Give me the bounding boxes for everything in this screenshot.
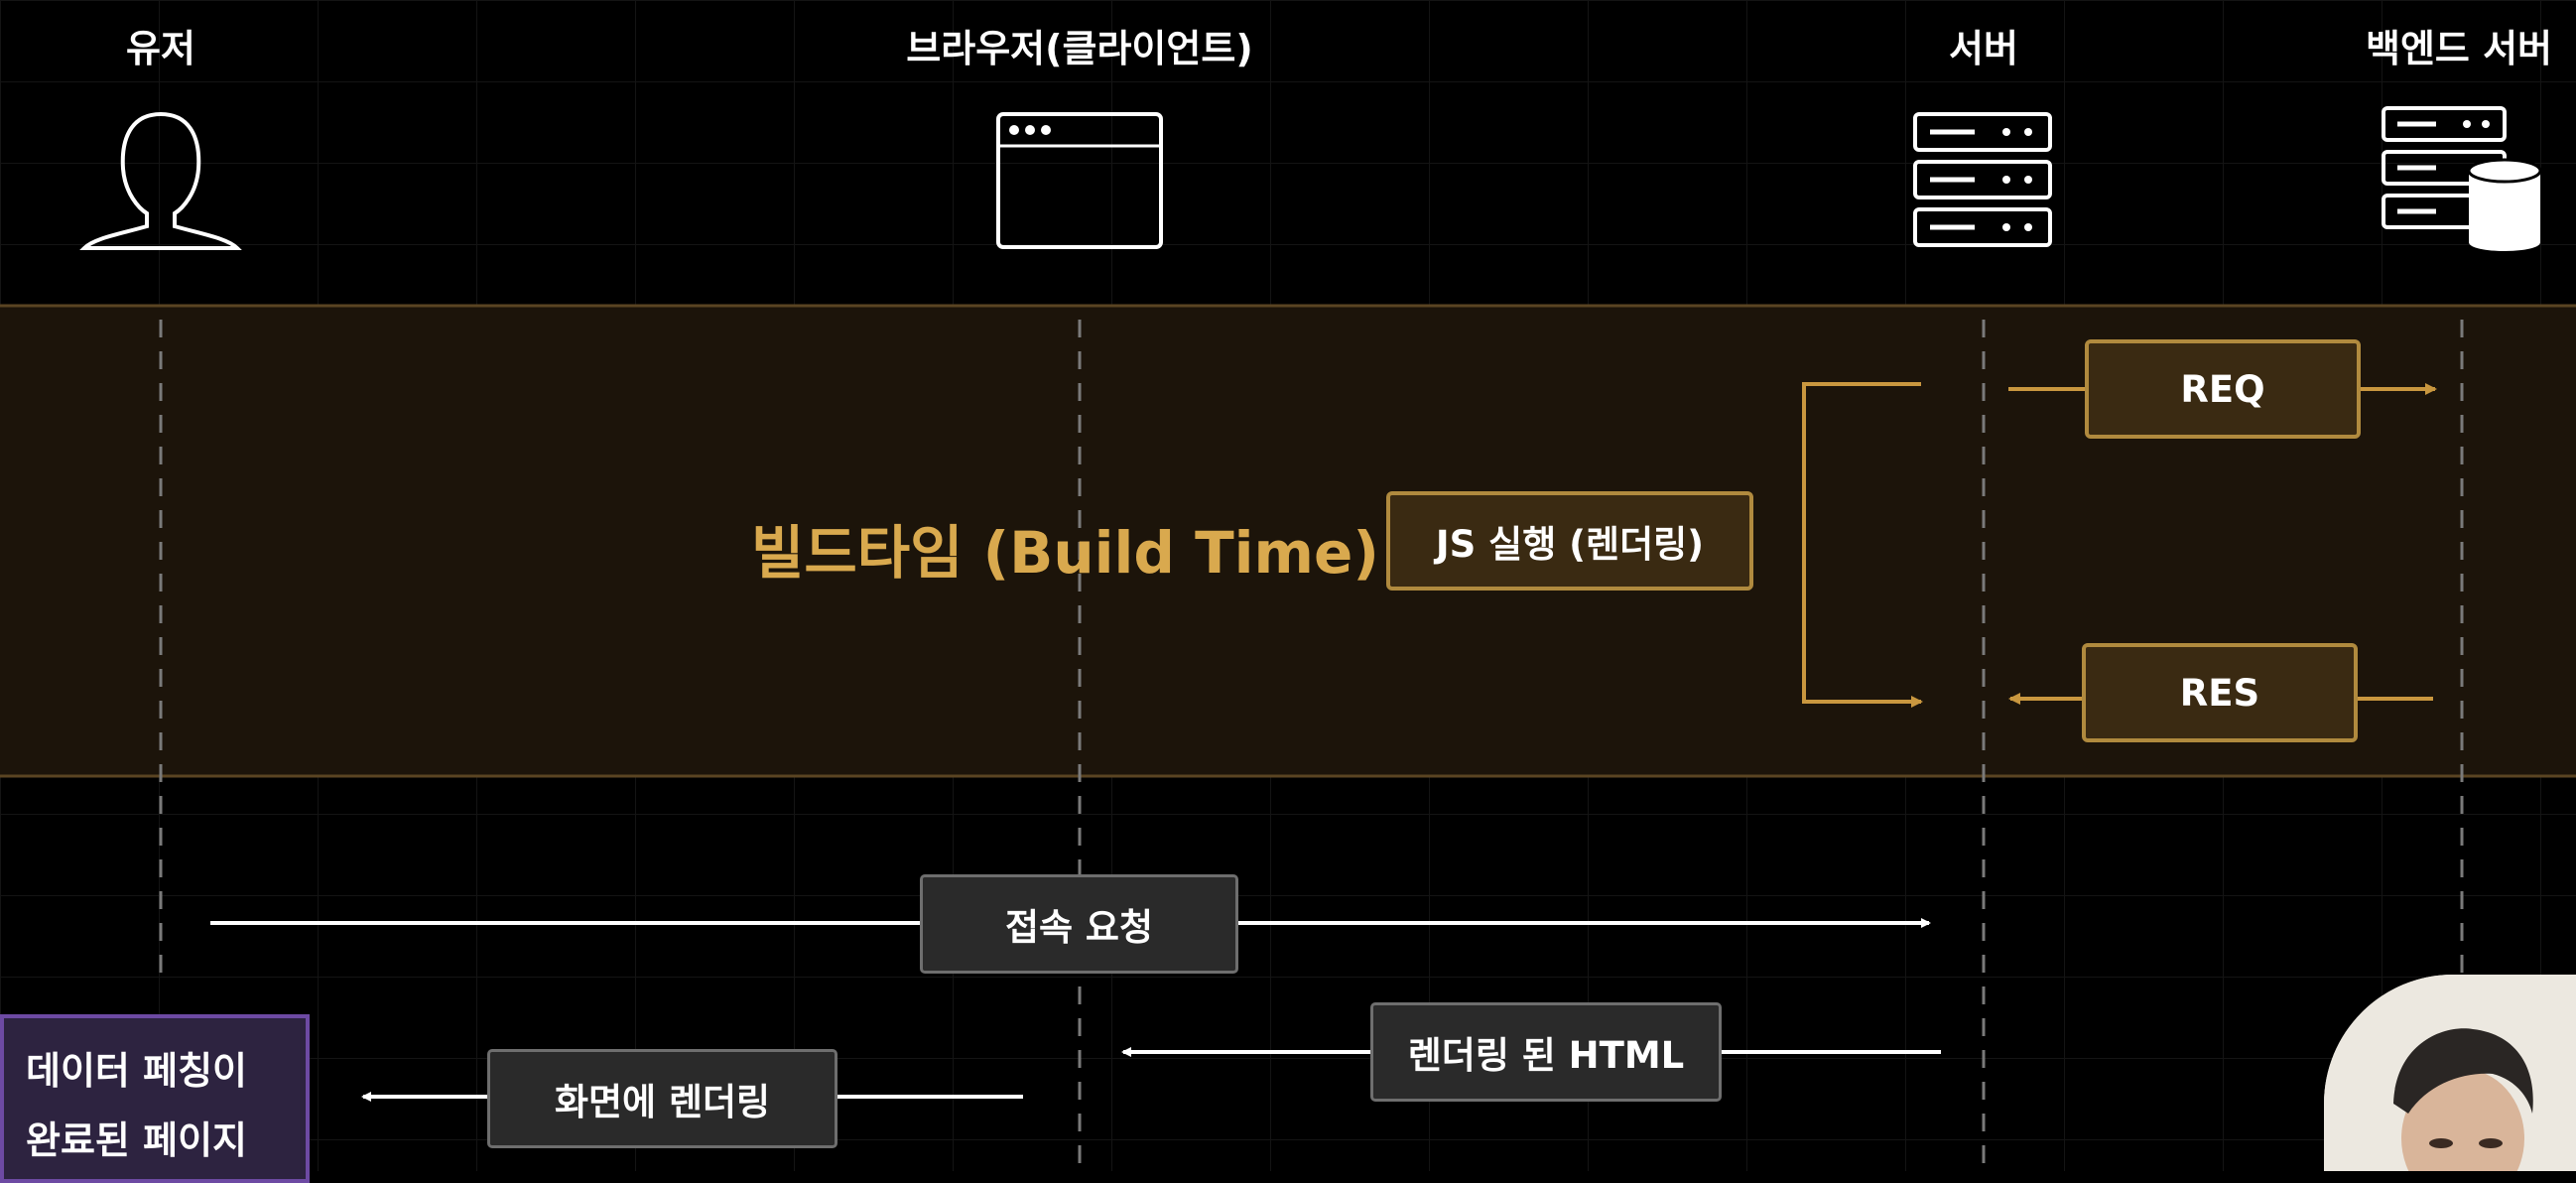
note-line-2: 완료된 페이지: [26, 1118, 247, 1162]
build-time-title: 빌드타임 (Build Time): [751, 519, 1379, 587]
res-box: RES: [2082, 643, 2358, 742]
actor-browser-label: 브라우저(클라이언트): [906, 27, 1253, 70]
connect-request-label: 접속 요청: [920, 874, 1238, 974]
actor-user-label: 유저: [126, 27, 195, 70]
actor-backend-label: 백엔드 서버: [2365, 27, 2553, 70]
note-line-1: 데이터 페칭이: [26, 1049, 247, 1093]
render-to-screen-label: 화면에 렌더링: [487, 1049, 837, 1148]
completed-page-note: 데이터 페칭이 완료된 페이지: [0, 1014, 310, 1183]
actor-server-label: 서버: [1949, 27, 2018, 70]
req-box: REQ: [2085, 339, 2361, 439]
rendered-html-label: 렌더링 된 HTML: [1370, 1002, 1722, 1102]
js-render-box: JS 실행 (렌더링): [1386, 491, 1753, 591]
